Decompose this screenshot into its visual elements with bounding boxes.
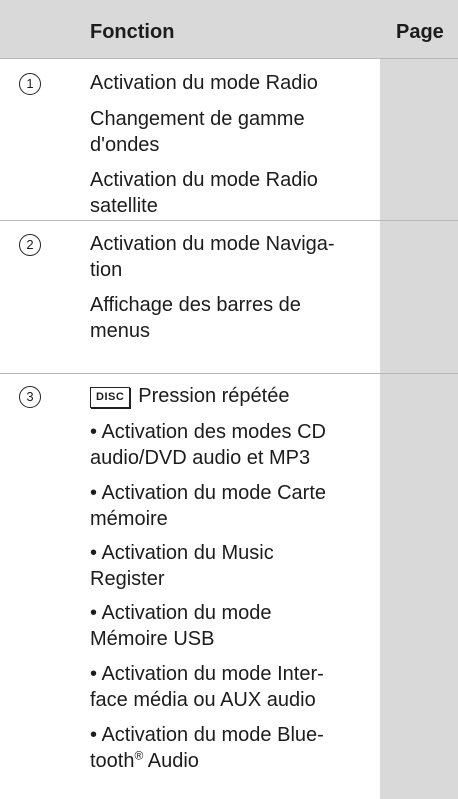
- row-text: • Activation du mode Inter-: [90, 663, 324, 685]
- key-action: Pression répétée: [138, 385, 290, 407]
- row-text: Activation du mode Naviga-: [90, 233, 335, 255]
- table-header: Fonction Page: [0, 0, 458, 58]
- disc-key-icon: DISC: [90, 387, 131, 408]
- page-cell: [380, 59, 458, 220]
- row-text: • Activation des modes CD: [90, 421, 326, 443]
- row-text: Register: [90, 568, 165, 590]
- callout-number: 3: [19, 386, 41, 408]
- callout-number: 2: [19, 234, 41, 256]
- row-text: Activation du mode Radio: [90, 72, 318, 94]
- text-fragment: tooth: [90, 750, 135, 772]
- row-text: Activation du mode Radio: [90, 169, 318, 191]
- row-text: audio/DVD audio et MP3: [90, 447, 311, 469]
- row-text: • Activation du mode Blue-: [90, 724, 324, 746]
- table-row: 2 Activation du mode Naviga- tion Affich…: [0, 221, 458, 373]
- row-text: tion: [90, 259, 123, 281]
- table-row: 1 Activation du mode Radio Changement de…: [0, 59, 458, 220]
- row-text: • Activation du mode: [90, 602, 272, 624]
- function-table: Fonction Page 1 Activation du mode Radio…: [0, 0, 458, 799]
- table-row: 3 DISC Pression répétée • Activation des …: [0, 374, 458, 799]
- header-function: Fonction: [90, 21, 175, 43]
- text-fragment: Audio: [143, 750, 199, 772]
- row-text: d'ondes: [90, 134, 160, 156]
- row-text: mémoire: [90, 508, 168, 530]
- row-text: menus: [90, 320, 151, 342]
- row-text: satellite: [90, 195, 158, 217]
- row-text: Changement de gamme: [90, 108, 305, 130]
- registered-mark: ®: [134, 748, 144, 763]
- row-text: DISC Pression répétée: [90, 384, 289, 408]
- row-text: tooth® Audio: [90, 749, 199, 773]
- header-page: Page: [396, 21, 444, 43]
- row-text: • Activation du mode Carte: [90, 482, 327, 504]
- page-cell: [380, 221, 458, 373]
- callout-number: 1: [19, 73, 41, 95]
- row-text: Affichage des barres de: [90, 294, 301, 316]
- row-text: • Activation du Music: [90, 542, 274, 564]
- page-cell: [380, 374, 458, 799]
- row-text: Mémoire USB: [90, 628, 215, 650]
- row-text: face média ou AUX audio: [90, 689, 316, 711]
